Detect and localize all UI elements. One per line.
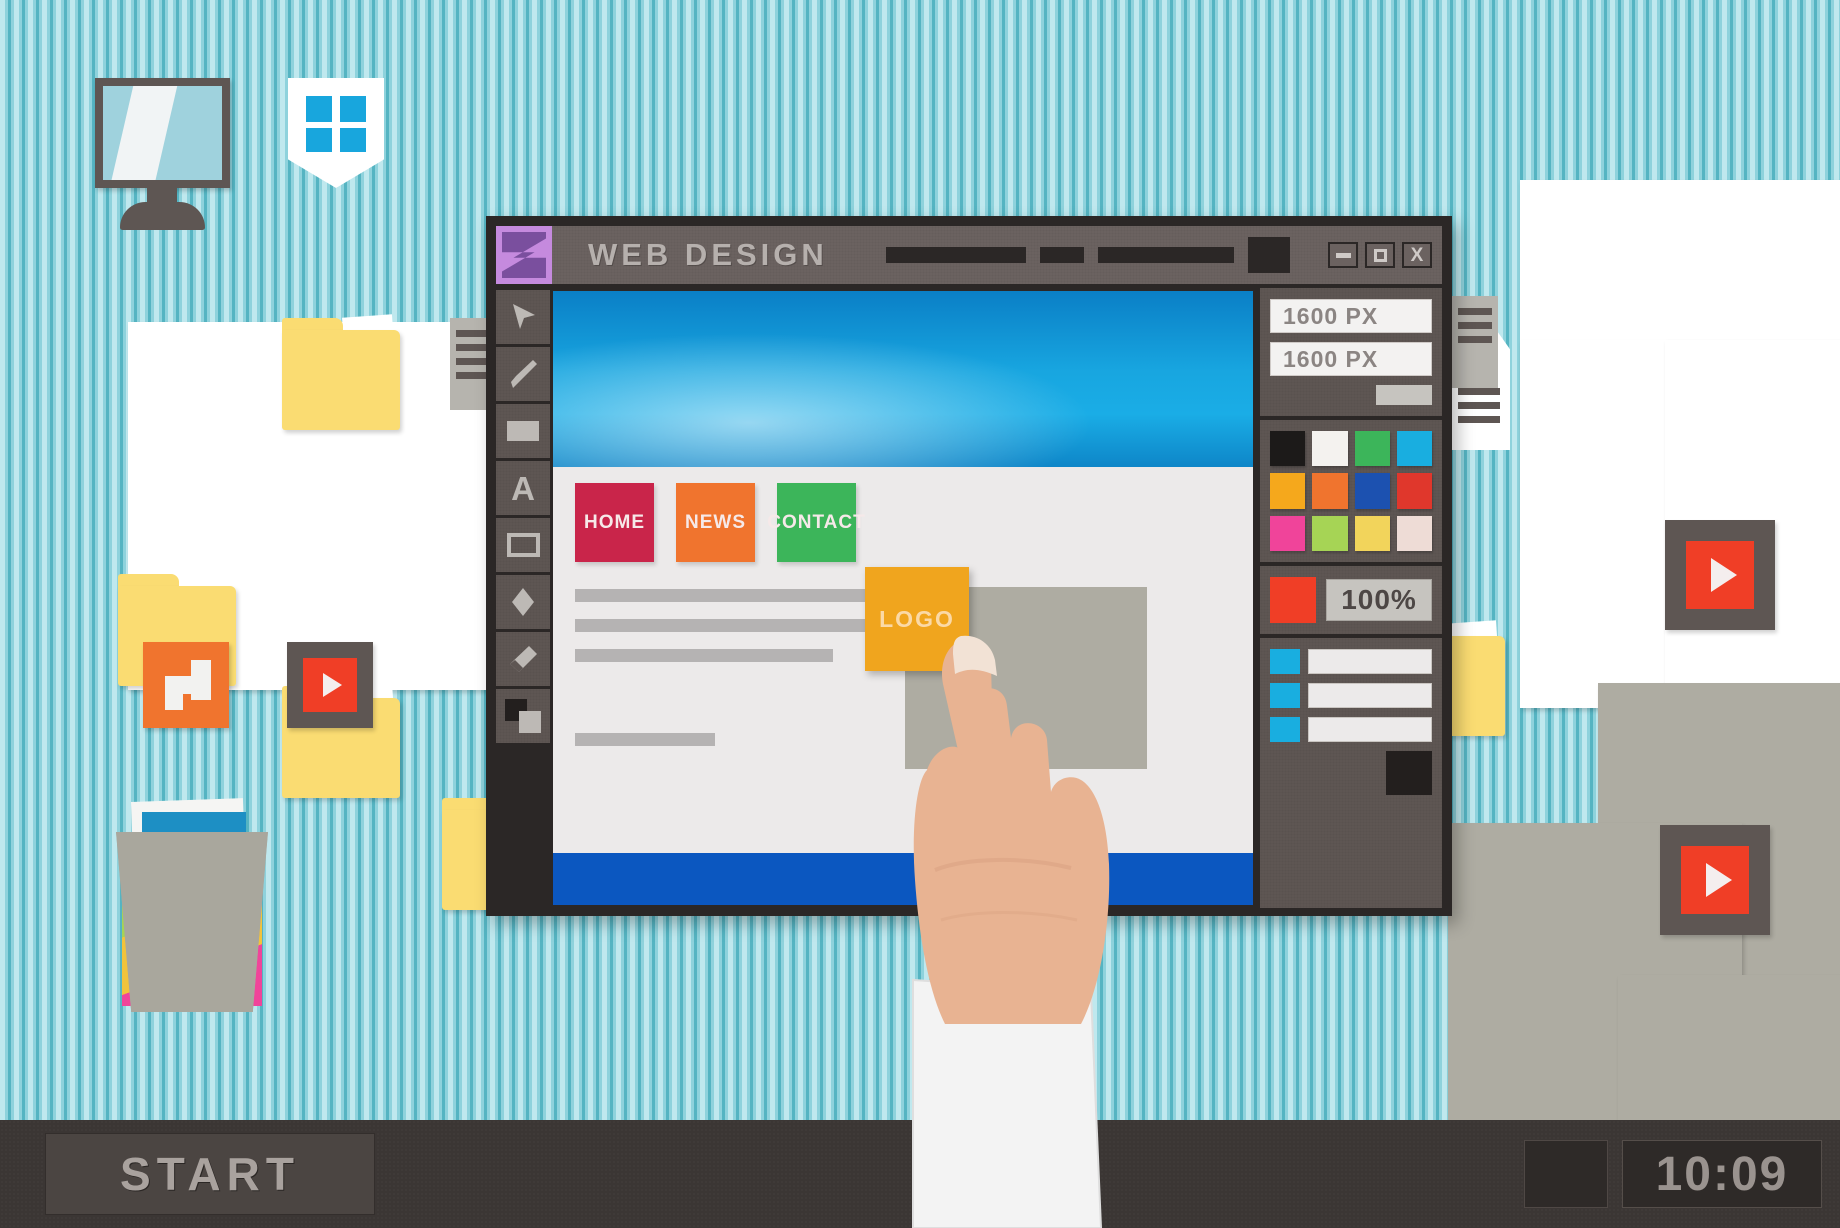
filled-rectangle-icon <box>507 421 539 441</box>
tool-fill-rectangle[interactable] <box>496 404 550 458</box>
maximize-button[interactable] <box>1365 242 1395 268</box>
footer-bar <box>553 853 1253 905</box>
rectangle-outline-icon <box>506 533 540 557</box>
video-icon[interactable] <box>1665 520 1775 630</box>
size-slider[interactable] <box>1376 385 1432 405</box>
design-canvas[interactable]: HOME NEWS CONTACT LOGO <box>550 288 1256 908</box>
eraser-icon <box>510 646 537 672</box>
nav-button-label: HOME <box>584 511 645 533</box>
shield-window-icon[interactable] <box>288 78 384 188</box>
toolbar-strip[interactable] <box>1039 247 1084 263</box>
color-swatch[interactable] <box>1270 431 1306 467</box>
tool-colors[interactable] <box>496 689 550 743</box>
layer-color-chip <box>1270 682 1300 708</box>
canvas-width-input[interactable]: 1600 PX <box>1270 299 1432 333</box>
text-a-icon: A <box>511 469 535 507</box>
video-icon[interactable] <box>1660 825 1770 935</box>
taskbar-clock[interactable]: 10:09 <box>1622 1140 1822 1208</box>
canvas-height-value: 1600 PX <box>1283 345 1379 372</box>
color-swatch[interactable] <box>1354 431 1390 467</box>
folder-icon[interactable] <box>282 314 400 430</box>
nav-button-contact[interactable]: CONTACT <box>767 483 865 562</box>
color-swatch[interactable] <box>1312 473 1348 509</box>
color-palette-grid <box>1270 431 1432 551</box>
logo-sticky-note[interactable]: LOGO <box>865 567 969 671</box>
tool-rail: A <box>496 288 550 908</box>
tool-select[interactable] <box>496 290 550 344</box>
tool-eraser[interactable] <box>496 632 550 686</box>
cursor-arrow-icon <box>513 304 535 329</box>
layers-group <box>1260 637 1442 908</box>
close-icon: X <box>1410 244 1424 266</box>
titlebar-toolbar <box>885 237 1290 273</box>
close-button[interactable]: X <box>1402 242 1432 268</box>
tool-brush[interactable] <box>496 347 550 401</box>
color-swatch[interactable] <box>1396 473 1432 509</box>
color-swatch[interactable] <box>1396 431 1432 467</box>
minimize-icon <box>1335 252 1351 258</box>
zoom-group: 100% <box>1260 565 1442 634</box>
list-icon[interactable] <box>1452 296 1498 388</box>
nav-button-label: NEWS <box>685 511 746 533</box>
tool-text[interactable]: A <box>496 461 550 515</box>
window-title: WEB DESIGN <box>588 237 828 272</box>
video-icon[interactable] <box>287 642 373 728</box>
start-button[interactable]: START <box>45 1133 375 1215</box>
tray-box[interactable] <box>1524 1140 1608 1208</box>
text-line <box>575 733 715 746</box>
tool-shape[interactable] <box>496 575 550 629</box>
layer-color-chip <box>1270 648 1300 674</box>
canvas-nav-row: HOME NEWS CONTACT <box>575 483 865 562</box>
hero-banner <box>553 291 1253 467</box>
layer-preview-box[interactable] <box>1386 750 1432 795</box>
tool-rectangle[interactable] <box>496 518 550 572</box>
canvas-width-value: 1600 PX <box>1283 302 1379 329</box>
taskbar: START 10:09 <box>0 1120 1840 1228</box>
canvas-height-input[interactable]: 1600 PX <box>1270 342 1432 376</box>
window-titlebar[interactable]: WEB DESIGN X <box>496 226 1442 284</box>
active-color-swatch[interactable] <box>1270 576 1316 623</box>
text-line <box>575 619 865 632</box>
toolbar-strip[interactable] <box>1097 247 1234 263</box>
system-tray: 10:09 <box>1524 1120 1840 1228</box>
minimize-button[interactable] <box>1328 242 1358 268</box>
web-design-window[interactable]: WEB DESIGN X A HOME NEWS CONTACT LOGO 16… <box>486 216 1452 916</box>
canvas-size-group: 1600 PX 1600 PX <box>1260 288 1442 416</box>
layer-name-field[interactable] <box>1308 648 1432 674</box>
color-swatch[interactable] <box>1312 515 1348 551</box>
color-swatches-icon <box>505 699 541 733</box>
trash-bin-icon[interactable] <box>108 798 273 1040</box>
monitor-icon[interactable] <box>95 78 230 230</box>
zoom-level-value[interactable]: 100% <box>1326 578 1432 621</box>
layer-row[interactable] <box>1270 716 1432 742</box>
app-logo-icon <box>496 226 552 284</box>
nav-button-label: CONTACT <box>767 511 866 533</box>
music-icon[interactable] <box>143 642 229 728</box>
color-swatch[interactable] <box>1396 515 1432 551</box>
layer-color-chip <box>1270 716 1300 742</box>
toolbar-strip[interactable] <box>885 247 1026 263</box>
layer-name-field[interactable] <box>1308 716 1432 742</box>
color-swatch[interactable] <box>1354 473 1390 509</box>
color-swatch[interactable] <box>1354 515 1390 551</box>
color-palette-group <box>1260 420 1442 562</box>
text-line <box>575 589 897 602</box>
diamond-icon <box>512 588 534 616</box>
toolbar-strip[interactable] <box>1247 237 1290 273</box>
layer-row[interactable] <box>1270 682 1432 708</box>
properties-panel: 1600 PX 1600 PX 100% <box>1256 288 1442 908</box>
nav-button-home[interactable]: HOME <box>575 483 654 562</box>
color-swatch[interactable] <box>1312 431 1348 467</box>
nav-button-news[interactable]: NEWS <box>676 483 755 562</box>
layer-row[interactable] <box>1270 648 1432 674</box>
color-swatch[interactable] <box>1270 515 1306 551</box>
logo-note-label: LOGO <box>879 605 955 632</box>
color-swatch[interactable] <box>1270 473 1306 509</box>
text-line <box>575 649 833 662</box>
maximize-icon <box>1373 248 1387 262</box>
layer-name-field[interactable] <box>1308 682 1432 708</box>
paintbrush-icon <box>511 360 537 388</box>
window-controls: X <box>1328 242 1432 268</box>
